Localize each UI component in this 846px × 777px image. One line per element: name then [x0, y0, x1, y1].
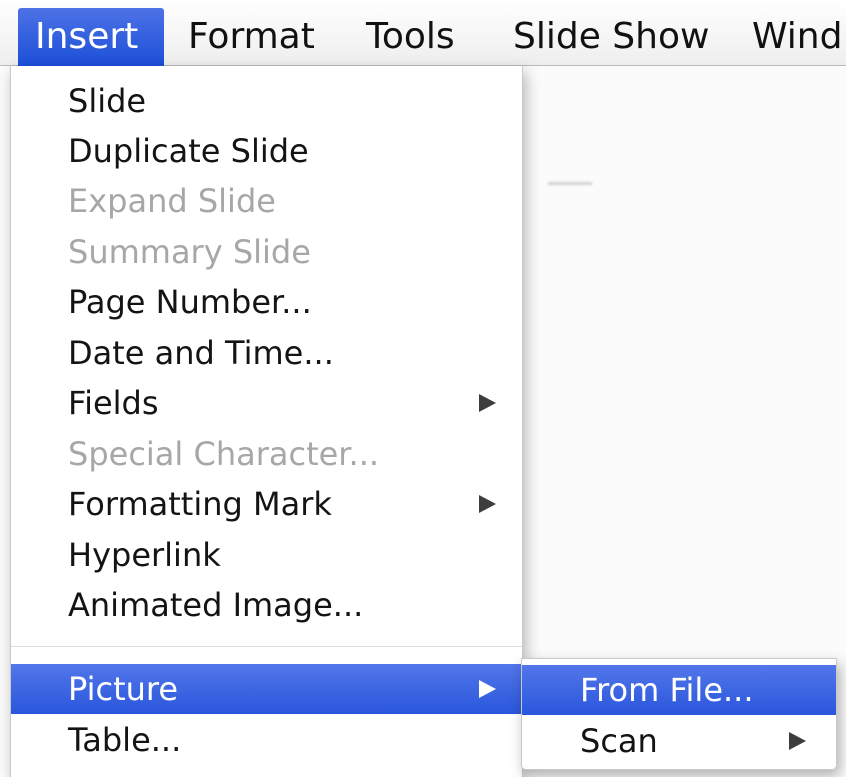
menu-format[interactable]: Format: [188, 8, 315, 66]
menu-insert[interactable]: Insert: [18, 8, 164, 66]
submenu-item-scan[interactable]: Scan: [522, 716, 836, 766]
menu-item-hyperlink[interactable]: Hyperlink: [11, 530, 522, 580]
insert-menu: Slide Duplicate Slide Expand Slide Summa…: [10, 66, 523, 777]
menu-tools[interactable]: Tools: [366, 8, 455, 66]
menu-item-formatting-mark-label: Formatting Mark: [68, 485, 332, 523]
menu-item-animated-image[interactable]: Animated Image...: [11, 580, 522, 630]
submenu-item-scan-label: Scan: [580, 722, 658, 760]
menu-item-fields-label: Fields: [68, 384, 159, 422]
menu-item-formatting-mark[interactable]: Formatting Mark: [11, 479, 522, 529]
picture-submenu: From File... Scan: [521, 658, 837, 770]
menu-item-fields[interactable]: Fields: [11, 378, 522, 428]
menu-item-picture-label: Picture: [68, 670, 179, 708]
submenu-arrow-icon: [479, 680, 496, 698]
menu-item-expand-slide: Expand Slide: [68, 182, 276, 220]
menu-item-special-character: Special Character...: [68, 435, 380, 473]
menu-item-picture[interactable]: Picture: [11, 664, 522, 714]
menu-item-slide[interactable]: Slide: [11, 76, 522, 126]
menu-separator: [11, 646, 522, 647]
submenu-item-from-file[interactable]: From File...: [522, 665, 836, 715]
blurred-background-content: [548, 182, 592, 185]
menu-item-date-and-time[interactable]: Date and Time...: [11, 328, 522, 378]
menu-window[interactable]: Wind: [752, 8, 842, 66]
menu-item-duplicate-slide[interactable]: Duplicate Slide: [11, 126, 522, 176]
menu-item-summary-slide: Summary Slide: [68, 233, 311, 271]
submenu-arrow-icon: [479, 394, 496, 412]
submenu-arrow-icon: [789, 732, 806, 750]
menu-slide-show[interactable]: Slide Show: [513, 8, 709, 66]
submenu-arrow-icon: [479, 495, 496, 513]
menu-item-table[interactable]: Table...: [11, 715, 522, 765]
menu-bar: Insert Format Tools Slide Show Wind: [0, 0, 846, 66]
menu-item-page-number[interactable]: Page Number...: [11, 277, 522, 327]
